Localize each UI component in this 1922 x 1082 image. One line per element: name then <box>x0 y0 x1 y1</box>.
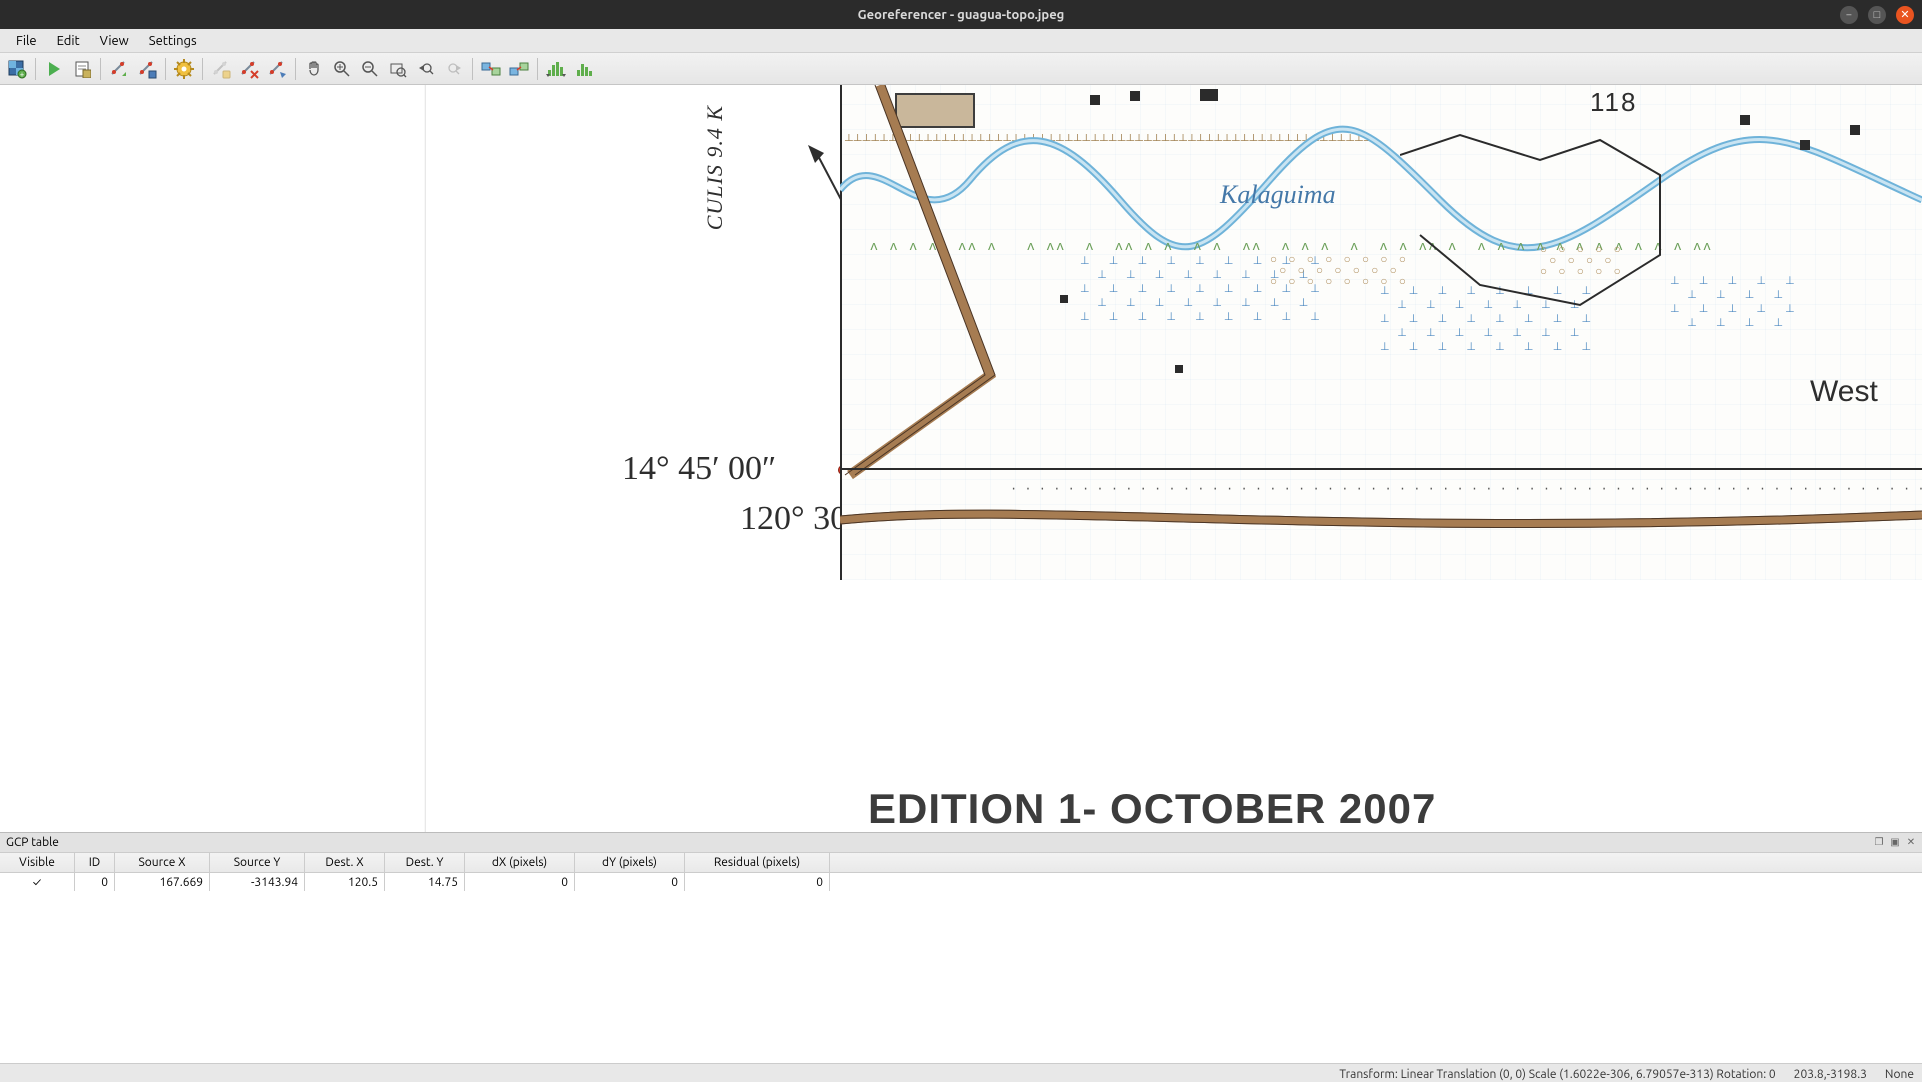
status-transform: Transform: Linear Translation (0, 0) Sca… <box>1339 1068 1775 1081</box>
map-label-river: Kalaguima <box>1220 180 1336 210</box>
link-georef-to-qgis-button[interactable] <box>478 56 504 82</box>
histogram-local-icon <box>575 60 593 78</box>
paper-edge <box>424 85 426 833</box>
gcp-header-source-x[interactable]: Source X <box>115 853 210 872</box>
gcp-table-body[interactable]: ✓ 0 167.669 -3143.94 120.5 14.75 0 0 0 <box>0 873 1922 1063</box>
window-titlebar: Georeferencer - guagua-topo.jpeg − □ ✕ <box>0 0 1922 29</box>
status-coords: 203.8,-3198.3 <box>1794 1068 1867 1081</box>
menu-edit[interactable]: Edit <box>47 31 90 51</box>
add-point-icon <box>211 59 231 79</box>
toolbar-separator <box>295 58 296 80</box>
gcp-cell-visible[interactable]: ✓ <box>0 873 75 891</box>
gcp-header-visible[interactable]: Visible <box>0 853 75 872</box>
open-raster-icon: + <box>7 59 27 79</box>
move-point-icon <box>267 59 287 79</box>
window-close-button[interactable]: ✕ <box>1896 6 1914 24</box>
panel-dock-icon[interactable]: ▣ <box>1888 835 1902 849</box>
zoom-next-button[interactable] <box>441 56 467 82</box>
gcp-cell-source-y[interactable]: -3143.94 <box>210 873 305 891</box>
panel-float-icon[interactable]: ❐ <box>1872 835 1886 849</box>
gcp-header-id[interactable]: ID <box>75 853 115 872</box>
zoom-in-button[interactable] <box>329 56 355 82</box>
window-title: Georeferencer - guagua-topo.jpeg <box>858 8 1065 22</box>
pan-button[interactable] <box>301 56 327 82</box>
gcp-cell-source-x[interactable]: 167.669 <box>115 873 210 891</box>
map-label-latitude: 14° 45′ 00″ <box>622 450 776 488</box>
generate-gdal-script-button[interactable] <box>69 56 95 82</box>
toolbar: + <box>0 53 1922 85</box>
window-controls: − □ ✕ <box>1840 0 1914 29</box>
zoom-to-layer-button[interactable] <box>385 56 411 82</box>
zoom-layer-icon <box>389 60 407 78</box>
map-label-west: West <box>1810 375 1878 409</box>
histogram-full-icon <box>546 60 566 78</box>
move-gcp-point-button[interactable] <box>264 56 290 82</box>
gcp-header-source-y[interactable]: Source Y <box>210 853 305 872</box>
zoom-next-icon <box>445 60 463 78</box>
gcp-header-residual[interactable]: Residual (pixels) <box>685 853 830 872</box>
gcp-table-row[interactable]: ✓ 0 167.669 -3143.94 120.5 14.75 0 0 0 <box>0 873 1922 891</box>
statusbar: Transform: Linear Translation (0, 0) Sca… <box>0 1063 1922 1082</box>
zoom-in-icon <box>333 60 351 78</box>
script-icon <box>73 60 91 78</box>
gear-icon <box>174 59 194 79</box>
toolbar-separator <box>472 58 473 80</box>
svg-text:+: + <box>20 70 25 79</box>
delete-point-icon <box>239 59 259 79</box>
gcp-header-dest-x[interactable]: Dest. X <box>305 853 385 872</box>
toolbar-separator <box>202 58 203 80</box>
toolbar-separator <box>537 58 538 80</box>
toolbar-separator <box>35 58 36 80</box>
zoom-out-icon <box>361 60 379 78</box>
gcp-cell-residual[interactable]: 0 <box>685 873 830 891</box>
toolbar-separator <box>165 58 166 80</box>
map-grid-number-118: 118 <box>1590 87 1637 118</box>
window-minimize-button[interactable]: − <box>1840 6 1858 24</box>
gcp-cell-dest-y[interactable]: 14.75 <box>385 873 465 891</box>
zoom-out-button[interactable] <box>357 56 383 82</box>
save-gcp-points-button[interactable] <box>134 56 160 82</box>
gcp-cell-dx-pixels[interactable]: 0 <box>465 873 575 891</box>
gcp-cell-dy-pixels[interactable]: 0 <box>575 873 685 891</box>
window-maximize-button[interactable]: □ <box>1868 6 1886 24</box>
link-out-icon <box>481 60 501 78</box>
gcp-header-dest-y[interactable]: Dest. Y <box>385 853 465 872</box>
start-georeferencing-button[interactable] <box>41 56 67 82</box>
play-icon <box>45 60 63 78</box>
hand-icon <box>305 60 323 78</box>
load-gcp-icon <box>109 59 129 79</box>
link-qgis-to-georef-button[interactable] <box>506 56 532 82</box>
map-image-area: ┴┴┴┴┴┴┴┴┴┴┴┴┴┴┴┴┴┴┴┴┴┴┴┴┴┴┴┴┴┴┴┴┴┴┴┴┴┴┴┴… <box>840 85 1922 580</box>
menu-view[interactable]: View <box>90 31 139 51</box>
panel-close-icon[interactable]: ✕ <box>1904 835 1918 849</box>
local-histogram-stretch-button[interactable] <box>571 56 597 82</box>
gcp-table-header: Visible ID Source X Source Y Dest. X Des… <box>0 853 1922 873</box>
full-histogram-stretch-button[interactable] <box>543 56 569 82</box>
transformation-settings-button[interactable] <box>171 56 197 82</box>
menubar: File Edit View Settings <box>0 29 1922 53</box>
status-extra: None <box>1885 1068 1914 1081</box>
save-gcp-icon <box>137 59 157 79</box>
menu-settings[interactable]: Settings <box>139 31 207 51</box>
gcp-panel-label: GCP table <box>6 836 59 849</box>
menu-file[interactable]: File <box>6 31 47 51</box>
link-in-icon <box>509 60 529 78</box>
zoom-last-icon <box>417 60 435 78</box>
open-raster-button[interactable]: + <box>4 56 30 82</box>
gcp-header-dx-pixels[interactable]: dX (pixels) <box>465 853 575 872</box>
gcp-cell-id[interactable]: 0 <box>75 873 115 891</box>
gcp-header-dy-pixels[interactable]: dY (pixels) <box>575 853 685 872</box>
map-label-culis: CULIS 9.4 K <box>702 105 728 230</box>
delete-point-button[interactable] <box>236 56 262 82</box>
toolbar-separator <box>100 58 101 80</box>
zoom-last-button[interactable] <box>413 56 439 82</box>
georeferencer-canvas[interactable]: CULIS 9.4 K 14° 45′ 00″ 120° 30′ 00″ BAL… <box>0 85 1922 833</box>
map-label-edition: EDITION 1- OCTOBER 2007 <box>868 785 1436 833</box>
gcp-panel-title: GCP table ❐ ▣ ✕ <box>0 833 1922 853</box>
add-point-button[interactable] <box>208 56 234 82</box>
load-gcp-points-button[interactable] <box>106 56 132 82</box>
gcp-cell-dest-x[interactable]: 120.5 <box>305 873 385 891</box>
